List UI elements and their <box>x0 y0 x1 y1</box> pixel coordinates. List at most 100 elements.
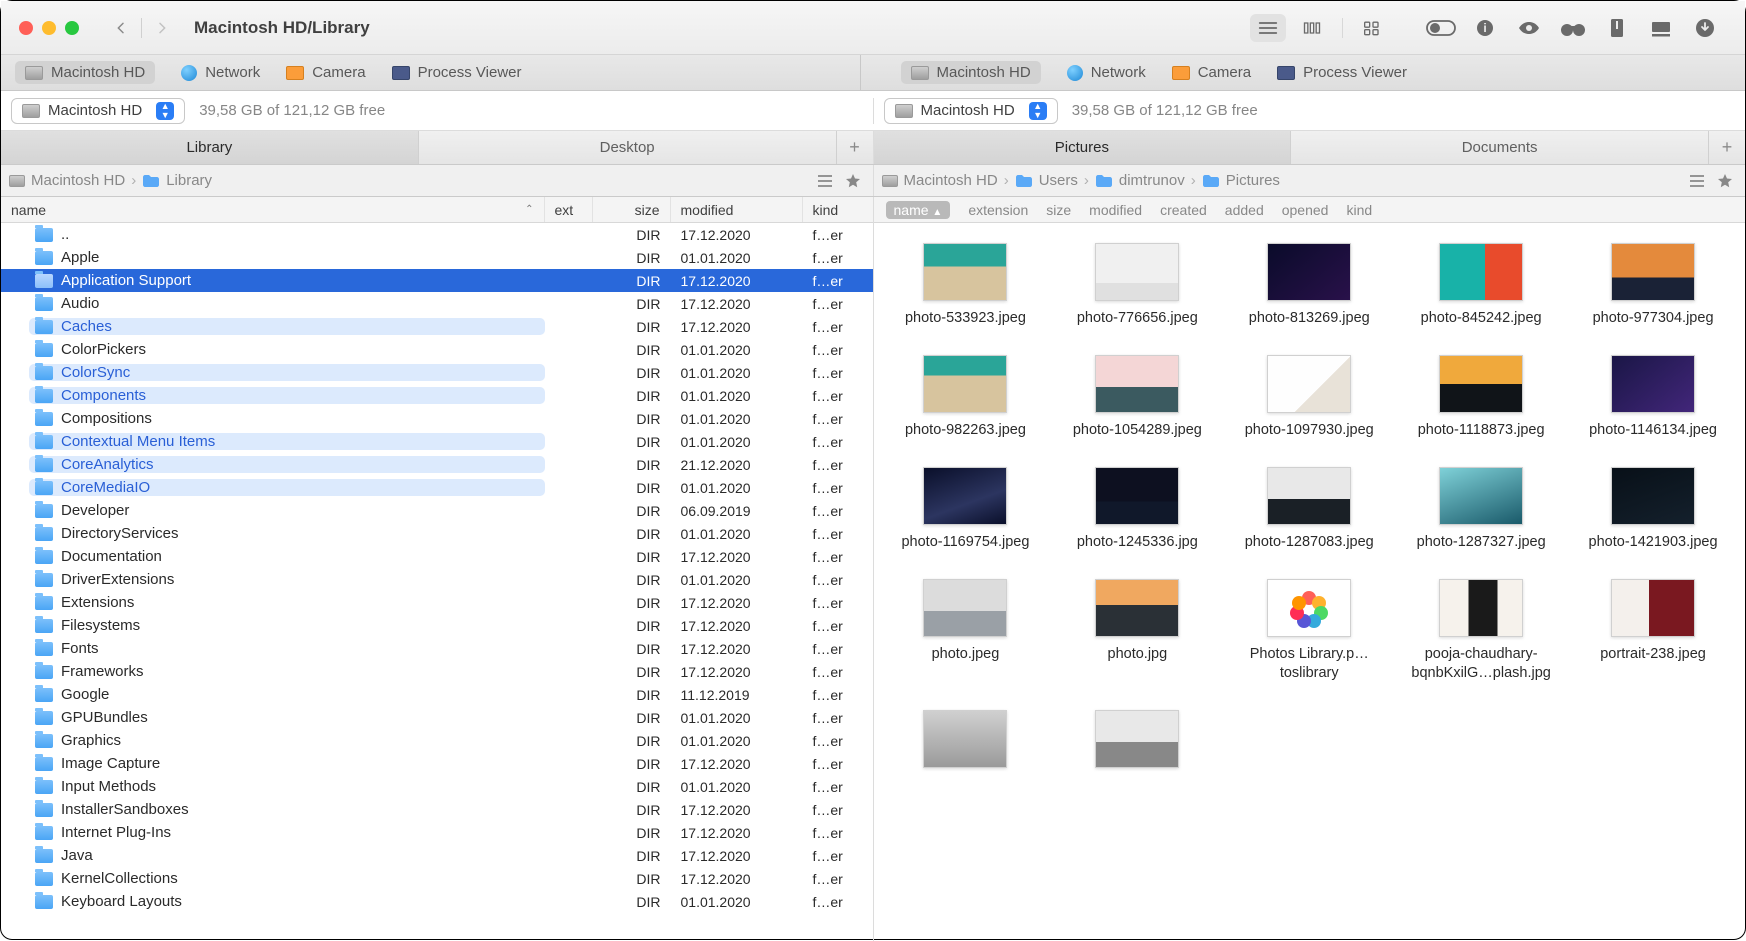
grid-item[interactable]: photo-982263.jpeg <box>880 349 1052 457</box>
view-columns-button[interactable] <box>1294 14 1330 42</box>
list-item[interactable]: DirectoryServices DIR01.01.2020f…er <box>1 522 873 545</box>
col-ext[interactable]: ext <box>545 197 593 222</box>
path-star-icon[interactable] <box>841 170 865 192</box>
iconcol-created[interactable]: created <box>1160 202 1207 218</box>
grid-item[interactable]: Photos Library.p…toslibrary <box>1223 573 1395 699</box>
list-item[interactable]: Documentation DIR17.12.2020f…er <box>1 545 873 568</box>
list-item[interactable]: Google DIR11.12.2019f…er <box>1 683 873 706</box>
grid-item[interactable]: photo.jpg <box>1051 573 1223 699</box>
tab-documents[interactable]: Documents <box>1291 131 1709 164</box>
fav-macintosh-hd[interactable]: Macintosh HD <box>901 61 1041 84</box>
path-seg[interactable]: Users <box>1015 172 1078 189</box>
fav-process-viewer[interactable]: Process Viewer <box>392 64 522 81</box>
list-item[interactable]: DriverExtensions DIR01.01.2020f…er <box>1 568 873 591</box>
list-item[interactable]: ColorPickers DIR01.01.2020f…er <box>1 338 873 361</box>
list-item[interactable]: Graphics DIR01.01.2020f…er <box>1 729 873 752</box>
iconcol-kind[interactable]: kind <box>1346 202 1372 218</box>
grid-item[interactable]: photo-1054289.jpeg <box>1051 349 1223 457</box>
tab-add-button[interactable]: + <box>1709 131 1745 164</box>
grid-item[interactable]: photo-533923.jpeg <box>880 237 1052 345</box>
path-seg[interactable]: dimtrunov <box>1095 172 1185 189</box>
list-item[interactable]: .. DIR17.12.2020f…er <box>1 223 873 246</box>
list-item[interactable]: Extensions DIR17.12.2020f…er <box>1 591 873 614</box>
col-name[interactable]: name⌃ <box>1 197 545 222</box>
list-item[interactable]: Contextual Menu Items DIR01.01.2020f…er <box>1 430 873 453</box>
fav-network[interactable]: Network <box>1067 64 1146 81</box>
grid-item[interactable]: photo.jpeg <box>880 573 1052 699</box>
iconcol-opened[interactable]: opened <box>1282 202 1329 218</box>
tab-pictures[interactable]: Pictures <box>874 131 1292 164</box>
list-item[interactable]: InstallerSandboxes DIR17.12.2020f…er <box>1 798 873 821</box>
fav-camera[interactable]: Camera <box>1172 64 1251 81</box>
tab-add-button[interactable]: + <box>837 131 873 164</box>
iconcol-extension[interactable]: extension <box>968 202 1028 218</box>
list-item[interactable]: KernelCollections DIR17.12.2020f…er <box>1 867 873 890</box>
path-seg[interactable]: Macintosh HD <box>9 172 125 189</box>
list-item[interactable]: Components DIR01.01.2020f…er <box>1 384 873 407</box>
list-item[interactable]: Java DIR17.12.2020f…er <box>1 844 873 867</box>
grid-item[interactable]: photo-1287083.jpeg <box>1223 461 1395 569</box>
toggle-switch-icon[interactable] <box>1423 14 1459 42</box>
fav-camera[interactable]: Camera <box>286 64 365 81</box>
iconcol-modified[interactable]: modified <box>1089 202 1142 218</box>
col-kind[interactable]: kind <box>803 197 873 222</box>
fav-network[interactable]: Network <box>181 64 260 81</box>
grid-item[interactable]: photo-1245336.jpg <box>1051 461 1223 569</box>
col-size[interactable]: size <box>593 197 671 222</box>
list-item[interactable]: ColorSync DIR01.01.2020f…er <box>1 361 873 384</box>
download-icon[interactable] <box>1687 14 1723 42</box>
list-item[interactable]: Fonts DIR17.12.2020f…er <box>1 637 873 660</box>
list-item[interactable]: GPUBundles DIR01.01.2020f…er <box>1 706 873 729</box>
binoculars-icon[interactable] <box>1555 14 1591 42</box>
disk-selector-right[interactable]: Macintosh HD ▲▼ <box>884 98 1058 124</box>
list-item[interactable]: Apple DIR01.01.2020f…er <box>1 246 873 269</box>
tab-library[interactable]: Library <box>1 131 419 164</box>
path-seg[interactable]: Library <box>142 172 212 189</box>
grid-item[interactable]: pooja-chaudhary-bqnbKxilG…plash.jpg <box>1395 573 1567 699</box>
grid-item[interactable]: photo-1097930.jpeg <box>1223 349 1395 457</box>
grid-item[interactable]: photo-813269.jpeg <box>1223 237 1395 345</box>
file-list[interactable]: .. DIR17.12.2020f…er Apple DIR01.01.2020… <box>1 223 873 941</box>
list-item[interactable]: CoreMediaIO DIR01.01.2020f…er <box>1 476 873 499</box>
nav-forward-button[interactable] <box>148 14 176 42</box>
eject-icon[interactable] <box>1643 14 1679 42</box>
list-item[interactable]: Compositions DIR01.01.2020f…er <box>1 407 873 430</box>
list-item[interactable]: Frameworks DIR17.12.2020f…er <box>1 660 873 683</box>
grid-item[interactable]: photo-1287327.jpeg <box>1395 461 1567 569</box>
path-star-icon[interactable] <box>1713 170 1737 192</box>
list-item[interactable]: Image Capture DIR17.12.2020f…er <box>1 752 873 775</box>
grid-item[interactable]: photo-1421903.jpeg <box>1567 461 1739 569</box>
list-item[interactable]: Audio DIR17.12.2020f…er <box>1 292 873 315</box>
preview-icon[interactable] <box>1511 14 1547 42</box>
list-item[interactable]: Keyboard Layouts DIR01.01.2020f…er <box>1 890 873 913</box>
list-item[interactable]: Internet Plug-Ins DIR17.12.2020f…er <box>1 821 873 844</box>
iconcol-size[interactable]: size <box>1046 202 1071 218</box>
close-button[interactable] <box>19 21 33 35</box>
list-item[interactable]: Input Methods DIR01.01.2020f…er <box>1 775 873 798</box>
grid-item[interactable]: photo-845242.jpeg <box>1395 237 1567 345</box>
list-item[interactable]: CoreAnalytics DIR21.12.2020f…er <box>1 453 873 476</box>
path-seg[interactable]: Macintosh HD <box>882 172 998 189</box>
grid-item[interactable]: photo-776656.jpeg <box>1051 237 1223 345</box>
icon-grid[interactable]: photo-533923.jpegphoto-776656.jpegphoto-… <box>874 223 1746 941</box>
fav-process-viewer[interactable]: Process Viewer <box>1277 64 1407 81</box>
view-icons-button[interactable] <box>1355 14 1391 42</box>
list-item[interactable]: Caches DIR17.12.2020f…er <box>1 315 873 338</box>
tab-desktop[interactable]: Desktop <box>419 131 837 164</box>
iconcol-name[interactable]: name ▲ <box>886 201 951 219</box>
disk-selector-left[interactable]: Macintosh HD ▲▼ <box>11 98 185 124</box>
grid-item[interactable]: photo-977304.jpeg <box>1567 237 1739 345</box>
col-modified[interactable]: modified <box>671 197 803 222</box>
list-item[interactable]: Filesystems DIR17.12.2020f…er <box>1 614 873 637</box>
fav-macintosh-hd[interactable]: Macintosh HD <box>15 61 155 84</box>
archive-icon[interactable] <box>1599 14 1635 42</box>
grid-item[interactable]: photo-1169754.jpeg <box>880 461 1052 569</box>
view-list-button[interactable] <box>1250 14 1286 42</box>
maximize-button[interactable] <box>65 21 79 35</box>
info-icon[interactable]: i <box>1467 14 1503 42</box>
nav-back-button[interactable] <box>107 14 135 42</box>
iconcol-added[interactable]: added <box>1225 202 1264 218</box>
path-list-icon[interactable] <box>813 170 837 192</box>
grid-item[interactable]: photo-1118873.jpeg <box>1395 349 1567 457</box>
path-list-icon[interactable] <box>1685 170 1709 192</box>
